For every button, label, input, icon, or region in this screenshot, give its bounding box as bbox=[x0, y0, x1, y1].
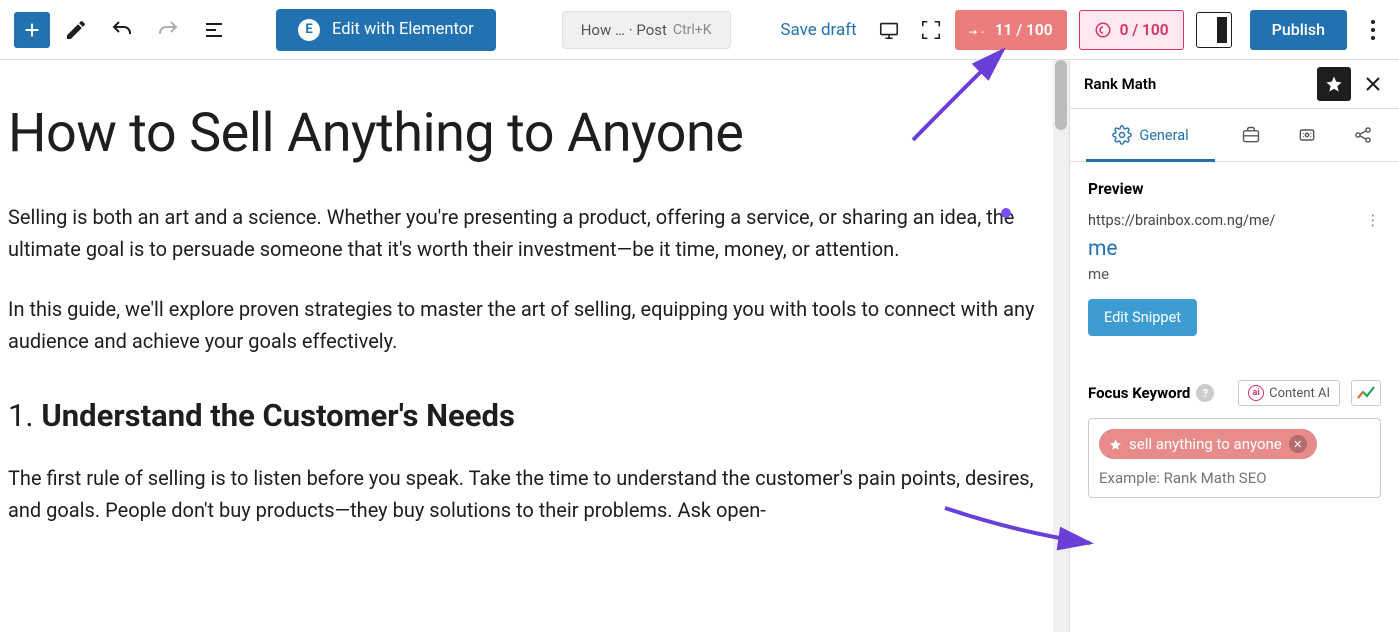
focus-keyword-box[interactable]: sell anything to anyone ✕ bbox=[1088, 418, 1381, 498]
ai-icon bbox=[1094, 21, 1112, 39]
top-toolbar: E Edit with Elementor How … · Post Ctrl+… bbox=[0, 0, 1399, 60]
keyword-pill: sell anything to anyone ✕ bbox=[1099, 429, 1317, 459]
content-ai-button[interactable]: ai Content AI bbox=[1238, 380, 1340, 406]
sidebar-title: Rank Math bbox=[1084, 75, 1307, 93]
seo-score-value: 11 / 100 bbox=[995, 21, 1053, 39]
redo-button[interactable] bbox=[148, 10, 188, 50]
star-icon bbox=[1325, 75, 1343, 93]
view-responsive-icon[interactable] bbox=[913, 12, 949, 48]
rank-math-sidebar: Rank Math General Preview bbox=[1069, 60, 1399, 632]
more-options-button[interactable] bbox=[1361, 20, 1385, 40]
edit-snippet-button[interactable]: Edit Snippet bbox=[1088, 299, 1197, 336]
ai-circle-icon: ai bbox=[1248, 385, 1264, 401]
tab-label: General bbox=[1139, 127, 1188, 144]
tab-advanced[interactable] bbox=[1223, 109, 1279, 161]
trend-icon bbox=[1357, 386, 1375, 400]
preview-section-title: Preview bbox=[1088, 180, 1381, 198]
save-draft-button[interactable]: Save draft bbox=[780, 20, 856, 40]
remove-keyword-button[interactable]: ✕ bbox=[1289, 435, 1307, 453]
command-label: How … · Post bbox=[581, 21, 667, 39]
share-icon bbox=[1353, 125, 1373, 145]
schema-icon bbox=[1297, 125, 1317, 145]
edit-with-elementor-button[interactable]: E Edit with Elementor bbox=[276, 9, 496, 51]
undo-button[interactable] bbox=[102, 10, 142, 50]
paragraph-block[interactable]: Selling is both an art and a science. Wh… bbox=[8, 201, 1045, 265]
vertical-scrollbar[interactable] bbox=[1053, 60, 1069, 632]
publish-button[interactable]: Publish bbox=[1250, 10, 1347, 50]
sidebar-toggle-button[interactable] bbox=[1196, 12, 1232, 48]
tab-schema[interactable] bbox=[1279, 109, 1335, 161]
content-ai-score-badge[interactable]: 0 / 100 bbox=[1079, 10, 1184, 50]
view-desktop-icon[interactable] bbox=[871, 12, 907, 48]
pin-icon bbox=[969, 21, 987, 39]
gear-icon bbox=[1112, 125, 1132, 145]
heading-block[interactable]: 1. Understand the Customer's Needs bbox=[8, 397, 1045, 434]
help-icon[interactable]: ? bbox=[1196, 384, 1214, 402]
briefcase-icon bbox=[1241, 125, 1261, 145]
paragraph-block[interactable]: In this guide, we'll explore proven stra… bbox=[8, 293, 1045, 357]
scrollbar-thumb[interactable] bbox=[1055, 60, 1067, 130]
preview-description: me bbox=[1088, 265, 1381, 283]
command-shortcut: Ctrl+K bbox=[673, 22, 712, 38]
publish-label: Publish bbox=[1272, 20, 1325, 39]
focus-keyword-label: Focus Keyword bbox=[1088, 384, 1190, 402]
preview-url-text: https://brainbox.com.ng/me/ bbox=[1088, 212, 1275, 229]
add-block-button[interactable] bbox=[14, 12, 50, 48]
seo-score-badge[interactable]: 11 / 100 bbox=[955, 10, 1067, 50]
elementor-label: Edit with Elementor bbox=[332, 20, 474, 39]
close-icon bbox=[1365, 76, 1381, 92]
star-button[interactable] bbox=[1317, 67, 1351, 101]
floating-action-indicator[interactable] bbox=[1001, 208, 1011, 218]
close-sidebar-button[interactable] bbox=[1361, 72, 1385, 96]
star-icon bbox=[1109, 438, 1122, 451]
paragraph-block[interactable]: The first rule of selling is to listen b… bbox=[8, 462, 1045, 526]
elementor-icon: E bbox=[298, 19, 320, 41]
preview-title: me bbox=[1088, 237, 1381, 261]
trends-button[interactable] bbox=[1351, 380, 1381, 406]
tab-general[interactable]: General bbox=[1078, 109, 1223, 161]
tab-social[interactable] bbox=[1335, 109, 1391, 161]
preview-url-menu[interactable]: ⋮ bbox=[1366, 212, 1382, 229]
keyword-pill-text: sell anything to anyone bbox=[1129, 435, 1282, 453]
editor-canvas[interactable]: How to Sell Anything to Anyone Selling i… bbox=[0, 60, 1053, 632]
post-title[interactable]: How to Sell Anything to Anyone bbox=[8, 102, 1045, 165]
ai-score-value: 0 / 100 bbox=[1120, 21, 1169, 39]
sidebar-tabs: General bbox=[1070, 108, 1399, 162]
edit-tool-button[interactable] bbox=[56, 10, 96, 50]
document-outline-button[interactable] bbox=[194, 10, 234, 50]
focus-keyword-input[interactable] bbox=[1099, 469, 1370, 487]
command-palette-button[interactable]: How … · Post Ctrl+K bbox=[562, 11, 731, 49]
